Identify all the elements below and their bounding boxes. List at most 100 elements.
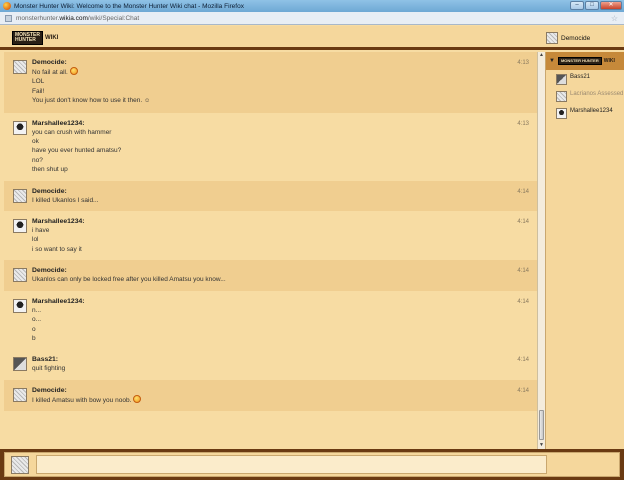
message-text-content: I killed Ukanlos I said... bbox=[32, 196, 99, 204]
user-list: Bass21 Lacrianos Assessed Marshallee1234 bbox=[546, 70, 624, 121]
sidebar-user-item[interactable]: Bass21 bbox=[546, 70, 624, 87]
url-text[interactable]: monsterhunter.wikia.com/wiki/Special:Cha… bbox=[16, 15, 139, 22]
firefox-icon bbox=[3, 2, 11, 10]
message-avatar[interactable] bbox=[13, 387, 27, 402]
message-text: you can crush with hammer bbox=[32, 128, 537, 137]
message-avatar[interactable] bbox=[13, 188, 27, 203]
message-timestamp: 4:14 bbox=[517, 357, 529, 364]
message-text-content: i have bbox=[32, 227, 50, 235]
chat-message: Democide: Ukanlos can only be locked free… bbox=[4, 260, 537, 291]
message-text: I killed Amatsu with bow you noob. bbox=[32, 394, 537, 405]
message-text: no? bbox=[32, 156, 537, 165]
chat-input-container bbox=[4, 452, 620, 477]
message-avatar[interactable] bbox=[13, 60, 27, 74]
chat-message: Democide: I killed Ukanlos I said... 4:14 bbox=[4, 180, 537, 212]
browser-titlebar: Monster Hunter Wiki: Welcome to the Mons… bbox=[0, 0, 624, 12]
message-text: b bbox=[32, 334, 537, 343]
window-controls: – □ ✕ bbox=[570, 1, 622, 10]
message-username[interactable]: Democide: bbox=[32, 266, 537, 275]
message-text: You just don't know how to use it then. ☺ bbox=[32, 96, 537, 106]
message-body: Democide: No fail at all. LOL Fail! You just… bbox=[32, 58, 537, 107]
message-text-content: You just don't know how to use it then. bbox=[32, 97, 143, 105]
scroll-thumb[interactable] bbox=[539, 410, 544, 440]
site-identity-icon[interactable] bbox=[5, 14, 12, 22]
message-body: Democide: I killed Amatsu with bow you no… bbox=[32, 386, 537, 405]
message-text-content: b bbox=[32, 334, 36, 342]
wiki-logo[interactable]: MONSTER HUNTER WIKI bbox=[12, 31, 58, 45]
message-scrollbar[interactable]: ▲ ▼ bbox=[537, 52, 545, 449]
user-avatar bbox=[556, 91, 567, 102]
sidebar-user-name: Lacrianos Assessed bbox=[570, 91, 624, 97]
message-timestamp: 4:14 bbox=[517, 298, 529, 305]
chat-message: Marshallee1234: n... o... o b 4:14 bbox=[4, 291, 537, 350]
scroll-up-arrow-icon[interactable]: ▲ bbox=[538, 52, 545, 59]
wink-emoji-icon: ☺ bbox=[144, 98, 151, 105]
message-body: Marshallee1234: i have lol i so want to say… bbox=[32, 217, 537, 254]
sidebar-user-item[interactable]: Marshallee1234 bbox=[546, 104, 624, 121]
message-text-content: ok bbox=[32, 138, 39, 146]
message-username[interactable]: Democide: bbox=[32, 386, 537, 395]
message-body: Marshallee1234: n... o... o b bbox=[32, 297, 537, 344]
chat-message: Democide: No fail at all. LOL Fail! You just… bbox=[4, 52, 537, 113]
message-text: i have bbox=[32, 226, 537, 235]
sidebar-user-item[interactable]: Lacrianos Assessed bbox=[546, 87, 624, 104]
chevron-down-icon[interactable]: ▼ bbox=[549, 58, 555, 64]
message-avatar[interactable] bbox=[13, 268, 27, 283]
message-text: then shut up bbox=[32, 165, 537, 174]
message-text-content: quit fighting bbox=[32, 365, 66, 373]
message-text: n... bbox=[32, 306, 537, 315]
chat-message: Marshallee1234: you can crush with hammer… bbox=[4, 113, 537, 181]
self-avatar bbox=[11, 456, 29, 474]
message-text-content: no? bbox=[32, 156, 43, 164]
message-text: o... bbox=[32, 315, 537, 324]
maximize-button[interactable]: □ bbox=[585, 1, 599, 10]
current-user[interactable]: Democide bbox=[546, 32, 590, 44]
message-text-content: n... bbox=[32, 306, 42, 314]
message-text: LOL bbox=[32, 77, 537, 86]
close-button[interactable]: ✕ bbox=[600, 1, 622, 10]
chat-input-bar bbox=[0, 449, 624, 480]
message-timestamp: 4:14 bbox=[517, 219, 529, 226]
sidebar-wiki-header[interactable]: ▼ MONSTER HUNTER WIKI bbox=[546, 52, 624, 70]
message-username[interactable]: Democide: bbox=[32, 58, 537, 67]
bookmark-star-icon[interactable]: ☆ bbox=[611, 14, 618, 23]
message-body: Democide: Ukanlos can only be locked free… bbox=[32, 266, 537, 284]
message-body: Democide: I killed Ukanlos I said... bbox=[32, 187, 537, 205]
user-avatar bbox=[556, 74, 567, 85]
message-avatar[interactable] bbox=[13, 219, 27, 234]
minimize-button[interactable]: – bbox=[570, 1, 584, 10]
message-text-content: Ukanlos can only be locked free after yo… bbox=[32, 276, 226, 284]
sidebar-user-name: Bass21 bbox=[570, 74, 591, 80]
current-user-avatar bbox=[546, 32, 558, 44]
message-avatar[interactable] bbox=[13, 298, 27, 313]
user-avatar bbox=[556, 108, 567, 119]
message-avatar[interactable] bbox=[13, 120, 27, 135]
message-text-content: you can crush with hammer bbox=[32, 128, 112, 136]
message-text: lol bbox=[32, 235, 537, 244]
message-text-content: I killed Amatsu with bow you noob. bbox=[32, 396, 132, 404]
message-text-content: o... bbox=[32, 316, 42, 324]
message-username[interactable]: Marshallee1234: bbox=[32, 119, 537, 128]
sidebar-wiki-logo: MONSTER HUNTER bbox=[557, 57, 602, 65]
message-text: have you ever hunted amatsu? bbox=[32, 146, 537, 155]
message-input[interactable] bbox=[36, 455, 547, 474]
chat-header: MONSTER HUNTER WIKI Democide bbox=[0, 26, 624, 50]
message-timestamp: 4:14 bbox=[517, 387, 529, 394]
message-username[interactable]: Democide: bbox=[32, 187, 537, 196]
message-text: i so want to say it bbox=[32, 245, 537, 254]
message-username[interactable]: Marshallee1234: bbox=[32, 217, 537, 226]
message-avatar[interactable] bbox=[13, 357, 27, 372]
chat-message-list[interactable]: Democide: No fail at all. LOL Fail! You just… bbox=[4, 52, 537, 449]
scroll-down-arrow-icon[interactable]: ▼ bbox=[538, 442, 545, 449]
message-body: Bass21: quit fighting bbox=[32, 355, 537, 373]
message-timestamp: 4:14 bbox=[517, 268, 529, 275]
message-text: Fail! bbox=[32, 87, 537, 96]
sidebar-user-name: Marshallee1234 bbox=[570, 108, 613, 114]
chat-message: Marshallee1234: i have lol i so want to say… bbox=[4, 211, 537, 260]
chat-message: Bass21: quit fighting 4:14 bbox=[4, 349, 537, 379]
message-text: ok bbox=[32, 137, 537, 146]
message-username[interactable]: Marshallee1234: bbox=[32, 297, 537, 306]
address-bar[interactable]: monsterhunter.wikia.com/wiki/Special:Cha… bbox=[0, 12, 624, 25]
message-username[interactable]: Bass21: bbox=[32, 355, 537, 364]
message-text-content: have you ever hunted amatsu? bbox=[32, 147, 122, 155]
